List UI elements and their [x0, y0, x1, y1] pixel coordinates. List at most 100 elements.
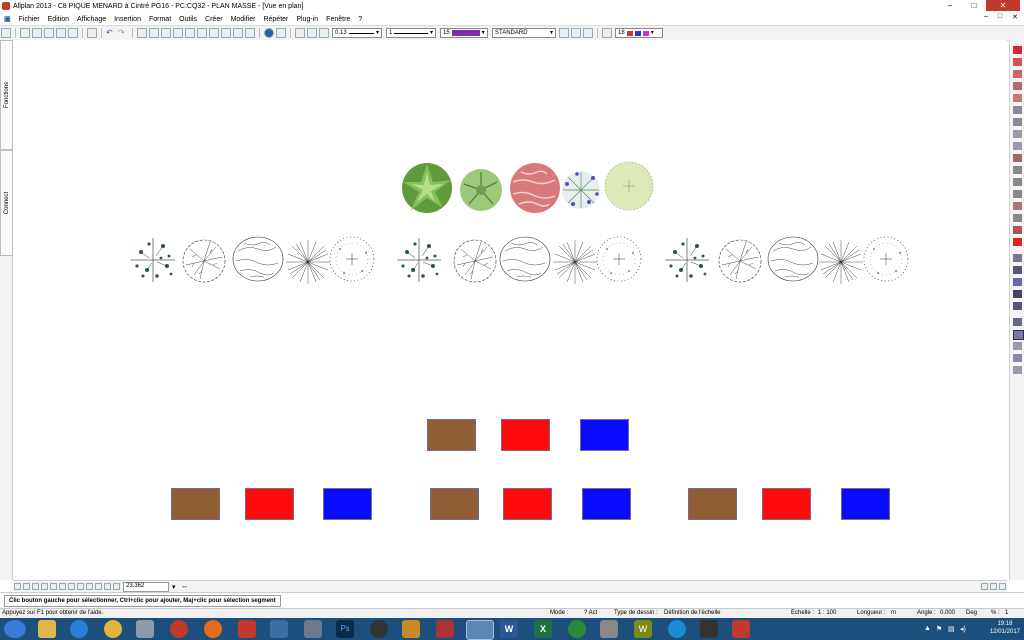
zoom-icon[interactable]	[276, 28, 286, 38]
menu-edition[interactable]: Edition	[44, 16, 73, 23]
file-explorer-icon[interactable]	[38, 620, 56, 638]
pencil-icon[interactable]	[1013, 46, 1022, 54]
plant-symbol-green-bush[interactable]	[402, 163, 452, 213]
join-icon[interactable]	[1013, 214, 1022, 222]
dimension-icon[interactable]	[1013, 266, 1022, 274]
drawing-canvas[interactable]	[13, 40, 1007, 580]
open-project-icon[interactable]	[44, 28, 54, 38]
layer-lock-icon[interactable]	[583, 28, 593, 38]
game-app-icon[interactable]	[436, 620, 454, 638]
image-icon[interactable]	[87, 28, 97, 38]
open-file-icon[interactable]	[32, 28, 42, 38]
sum-icon[interactable]	[1013, 342, 1022, 350]
photoshop-icon[interactable]: Ps	[336, 620, 354, 638]
copy-icon[interactable]	[185, 28, 195, 38]
tab-fonctions[interactable]: Fonctions	[0, 40, 13, 150]
menu-creer[interactable]: Créer	[201, 16, 227, 23]
sketch-app-icon[interactable]	[238, 620, 256, 638]
doc-restore-button[interactable]: □	[998, 13, 1002, 21]
red-rectangle[interactable]	[245, 488, 294, 520]
chrome-icon[interactable]	[104, 620, 122, 638]
pen-thickness-select[interactable]: 0.13 ▾	[332, 28, 382, 38]
red-rectangle[interactable]	[762, 488, 811, 520]
menu-insertion[interactable]: Insertion	[110, 16, 145, 23]
internet-explorer-icon[interactable]	[70, 620, 88, 638]
clock[interactable]: 19:18 12/01/2017	[990, 620, 1020, 636]
regen-icon[interactable]	[68, 583, 75, 590]
polyline-icon[interactable]	[1013, 70, 1022, 78]
red-rectangle[interactable]	[501, 419, 550, 451]
maximize-button[interactable]: □	[962, 0, 986, 11]
text-height-icon[interactable]	[602, 28, 612, 38]
new-file-icon[interactable]	[20, 28, 30, 38]
archive-app-icon[interactable]	[402, 620, 420, 638]
zoom-out-icon[interactable]	[50, 583, 57, 590]
angle-value[interactable]: 0.000	[940, 610, 955, 616]
rotate-icon[interactable]	[233, 28, 243, 38]
wall-icon[interactable]	[161, 28, 171, 38]
pan-icon[interactable]	[41, 583, 48, 590]
move-icon[interactable]	[209, 28, 219, 38]
menu-outils[interactable]: Outils	[175, 16, 201, 23]
blue-rectangle[interactable]	[580, 419, 629, 451]
font-size-select[interactable]: 18 ▾	[615, 28, 663, 38]
split-view-icon[interactable]	[990, 583, 997, 590]
menu-fichier[interactable]: Fichier	[15, 16, 44, 23]
macro-icon[interactable]	[1013, 302, 1022, 310]
undo-icon[interactable]: ↶	[106, 28, 116, 38]
excel-icon[interactable]: X	[534, 620, 552, 638]
menu-format[interactable]: Format	[145, 16, 175, 23]
layer-visibility-icon[interactable]	[571, 28, 581, 38]
allplan-taskbar-icon[interactable]	[466, 620, 494, 640]
brown-rectangle[interactable]	[430, 488, 479, 520]
red-rectangle[interactable]	[503, 488, 552, 520]
grid-icon[interactable]	[77, 583, 84, 590]
firefox-icon[interactable]	[204, 620, 222, 638]
percent-value[interactable]: 1	[1005, 610, 1008, 616]
minimize-button[interactable]: –	[938, 0, 962, 11]
paste-icon[interactable]	[197, 28, 207, 38]
doc-minimize-button[interactable]: –	[984, 13, 988, 21]
view-settings-icon[interactable]	[86, 583, 93, 590]
arc-icon[interactable]	[1013, 94, 1022, 102]
menu-fenetre[interactable]: Fenêtre	[322, 16, 354, 23]
cloud-app-icon[interactable]	[668, 620, 686, 638]
save-icon[interactable]	[56, 28, 66, 38]
line-style-select[interactable]: 1 ▾	[386, 28, 436, 38]
line-symbol-group-left[interactable]	[130, 236, 375, 285]
stretch-icon[interactable]	[1013, 166, 1022, 174]
globe-icon[interactable]	[264, 28, 274, 38]
line-tool-icon[interactable]	[1013, 58, 1022, 66]
tool-app-icon[interactable]	[600, 620, 618, 638]
label-icon[interactable]	[1013, 278, 1022, 286]
acrobat-icon[interactable]	[732, 620, 750, 638]
volume-icon[interactable]: ◂)	[960, 625, 966, 633]
blue-rectangle[interactable]	[841, 488, 890, 520]
text-tool-icon[interactable]	[1013, 254, 1022, 262]
media-app-icon[interactable]	[304, 620, 322, 638]
chevron-down-icon[interactable]: ▾	[172, 583, 179, 591]
line-icon[interactable]	[149, 28, 159, 38]
break-icon[interactable]	[1013, 226, 1022, 234]
pen-icon[interactable]	[295, 28, 305, 38]
layer-settings-icon[interactable]	[559, 28, 569, 38]
sync-view-icon[interactable]	[981, 583, 988, 590]
menu-help[interactable]: ?	[354, 16, 366, 23]
word-icon[interactable]: W	[500, 620, 518, 638]
blue-rectangle[interactable]	[323, 488, 372, 520]
pen-color-select[interactable]: 15 ▾	[440, 28, 488, 38]
flag-icon[interactable]: ⚑	[936, 625, 942, 633]
symbol-icon[interactable]	[1013, 290, 1022, 298]
tray-chevron-icon[interactable]: ▲	[924, 625, 931, 632]
menu-plug-in[interactable]: Plug-in	[292, 16, 322, 23]
close-button[interactable]: ✕	[986, 0, 1020, 11]
zoom-previous-icon[interactable]	[32, 583, 39, 590]
brown-rectangle[interactable]	[427, 419, 476, 451]
line-type-icon[interactable]	[307, 28, 317, 38]
filter-icon[interactable]	[1013, 354, 1022, 362]
redo-view-icon[interactable]	[104, 583, 111, 590]
hatch-icon[interactable]	[1013, 106, 1022, 114]
zoom-window-icon[interactable]	[23, 583, 30, 590]
window-app-icon[interactable]	[270, 620, 288, 638]
plant-symbol-blue-flower-shrub[interactable]	[562, 171, 600, 209]
